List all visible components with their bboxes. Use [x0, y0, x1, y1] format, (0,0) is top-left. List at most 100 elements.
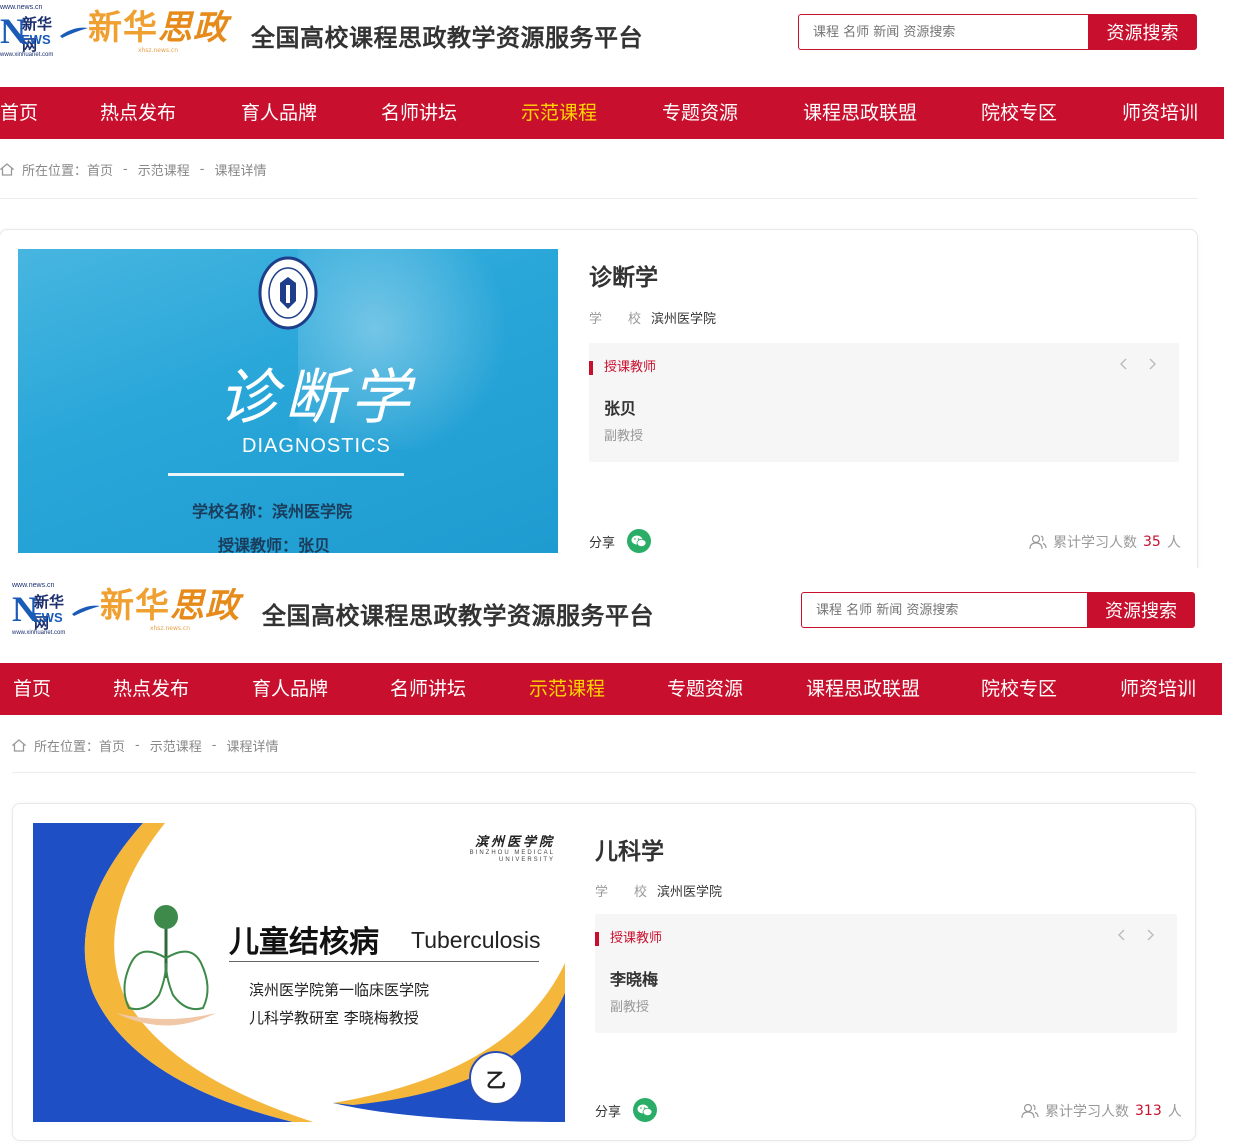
learner-count: 累计学习人数 35 人 — [1029, 532, 1181, 552]
site-logo[interactable]: www.news.cn N 新华网 EWS www.xinhuanet.com … — [0, 4, 228, 58]
xinhua-logo: www.news.cn N 新华网 EWS www.xinhuanet.com — [0, 4, 62, 58]
share-label: 分享 — [589, 535, 616, 551]
breadcrumb-sep: - — [135, 738, 140, 753]
nav-item-schools[interactable]: 院校专区 — [981, 663, 1057, 715]
main-nav: 首页 热点发布 育人品牌 名师讲坛 示范课程 专题资源 课程思政联盟 院校专区 … — [0, 87, 1224, 139]
search-input[interactable] — [798, 14, 1088, 50]
news-ews: EWS — [21, 32, 51, 47]
cover-school: 学校名称：滨州医学院 — [192, 502, 353, 521]
breadcrumb-sep: - — [211, 738, 217, 753]
teacher-name[interactable]: 张贝 — [604, 395, 636, 419]
teacher-pager — [1115, 928, 1157, 942]
cover-brand-cn: 滨州医学院 — [474, 835, 555, 850]
breadcrumb-current: 课程详情 — [226, 740, 279, 755]
school-row: 学 校滨州医学院 — [589, 308, 716, 327]
course-cover[interactable]: 滨州医学院 BINZHOU MEDICAL UNIVERSITY 儿童结核病 T… — [33, 823, 565, 1122]
search-bar: 资源搜索 — [801, 592, 1195, 628]
site-header: www.news.cn N 新华网 EWS www.xinhuanet.com … — [0, 0, 1233, 87]
course-card: 诊断学 DIAGNOSTICS 学校名称：滨州医学院 授课教师：张贝 诊断学 学… — [0, 229, 1198, 568]
nav-item-demo-courses[interactable]: 示范课程 — [529, 663, 605, 715]
teacher-label: 授课教师 — [589, 361, 656, 375]
users-icon — [1021, 1103, 1039, 1119]
site-title: 全国高校课程思政教学资源服务平台 — [251, 24, 643, 52]
sz-sub: xhsz.news.cn — [137, 46, 179, 54]
lungs-tree-icon — [116, 905, 216, 1026]
xinhua-sizheng-logo: 新华思政 xhsz.news.cn — [88, 9, 228, 54]
course-title: 诊断学 — [589, 265, 658, 291]
nav-item-resources[interactable]: 专题资源 — [662, 87, 738, 139]
teacher-box: 授课教师 李晓梅 副教授 — [595, 914, 1177, 1033]
chevron-left-icon[interactable] — [1115, 928, 1129, 942]
cover-rule — [168, 473, 404, 476]
share-row: 分享 — [589, 529, 652, 553]
cover-university-brand: 滨州医学院 BINZHOU MEDICAL UNIVERSITY — [470, 831, 555, 864]
school-label: 学 校 — [595, 885, 648, 900]
course-card: 滨州医学院 BINZHOU MEDICAL UNIVERSITY 儿童结核病 T… — [12, 803, 1196, 1141]
nav-item-hot[interactable]: 热点发布 — [100, 87, 176, 139]
course-title: 儿科学 — [595, 839, 664, 865]
xinhua-url2: www.xinhuanet.com — [0, 52, 54, 58]
nav-item-brand[interactable]: 育人品牌 — [252, 663, 328, 715]
learners-unit: 人 — [1166, 535, 1181, 551]
breadcrumb-home[interactable]: 首页 — [87, 160, 113, 179]
school-value[interactable]: 滨州医学院 — [651, 312, 716, 327]
nav-item-hot[interactable]: 热点发布 — [113, 663, 189, 715]
xinhua-sizheng-logo: 新华思政 xhsz.news.cn — [100, 587, 240, 632]
nav-item-lectures[interactable]: 名师讲坛 — [390, 663, 466, 715]
chevron-right-icon[interactable] — [1143, 928, 1157, 942]
learners-value: 313 — [1135, 1103, 1162, 1119]
cover-title: 儿童结核病 — [229, 925, 379, 960]
school-row: 学 校滨州医学院 — [595, 881, 722, 900]
breadcrumb-demo-courses[interactable]: 示范课程 — [138, 160, 190, 179]
users-icon — [1029, 534, 1047, 550]
nav-item-training[interactable]: 师资培训 — [1120, 663, 1196, 715]
nav-item-alliance[interactable]: 课程思政联盟 — [806, 663, 920, 715]
wechat-icon[interactable] — [633, 1098, 658, 1122]
nav-item-lectures[interactable]: 名师讲坛 — [381, 87, 457, 139]
chevron-right-icon[interactable] — [1145, 357, 1159, 371]
site-header: www.news.cn N 新华网 EWS www.xinhuanet.com … — [0, 576, 1233, 663]
school-label: 学 校 — [589, 312, 642, 327]
sz-xinhua: 新华 — [88, 7, 158, 48]
cover-title-en: DIAGNOSTICS — [242, 435, 391, 457]
xinhua-logo: www.news.cn N 新华网 EWS www.xinhuanet.com — [12, 582, 74, 636]
nav-item-home[interactable]: 首页 — [0, 87, 38, 139]
search-input[interactable] — [801, 592, 1087, 628]
nav-item-home[interactable]: 首页 — [13, 663, 51, 715]
nav-item-demo-courses[interactable]: 示范课程 — [521, 87, 597, 139]
cover-rule — [229, 961, 539, 962]
nav-item-schools[interactable]: 院校专区 — [981, 87, 1057, 139]
swoosh-icon — [72, 605, 100, 616]
breadcrumb: 所在位置： 首页 - 示范课程 - 课程详情 — [12, 736, 278, 755]
nav-item-training[interactable]: 师资培训 — [1122, 87, 1198, 139]
teacher-name[interactable]: 李晓梅 — [610, 966, 658, 990]
breadcrumb-prefix: 所在位置： — [34, 740, 100, 755]
xinhua-url: www.news.cn — [12, 582, 55, 589]
nav-item-alliance[interactable]: 课程思政联盟 — [803, 87, 917, 139]
course-cover[interactable]: 诊断学 DIAGNOSTICS 学校名称：滨州医学院 授课教师：张贝 — [18, 249, 558, 553]
search-button[interactable]: 资源搜索 — [1088, 14, 1197, 50]
swoosh-icon — [60, 27, 88, 38]
home-icon — [0, 163, 14, 176]
home-icon — [12, 739, 26, 752]
breadcrumb: 所在位置： 首页 - 示范课程 - 课程详情 — [0, 160, 266, 179]
search-bar: 资源搜索 — [798, 14, 1197, 50]
breadcrumb-sep: - — [199, 162, 205, 177]
divider — [0, 198, 1198, 199]
breadcrumb-demo-courses[interactable]: 示范课程 — [150, 736, 202, 755]
nav-item-resources[interactable]: 专题资源 — [667, 663, 743, 715]
breadcrumb-home[interactable]: 首页 — [99, 736, 125, 755]
wechat-icon[interactable] — [627, 529, 652, 553]
learners-label: 累计学习人数 — [1053, 535, 1137, 551]
school-value[interactable]: 滨州医学院 — [657, 885, 722, 900]
learners-unit: 人 — [1167, 1104, 1182, 1120]
cover-title: 诊断学 — [218, 363, 416, 433]
teacher-pager — [1117, 357, 1159, 371]
site-title: 全国高校课程思政教学资源服务平台 — [262, 602, 654, 630]
breadcrumb-sep: - — [123, 162, 128, 177]
nav-item-brand[interactable]: 育人品牌 — [241, 87, 317, 139]
chevron-left-icon[interactable] — [1117, 357, 1131, 371]
search-button[interactable]: 资源搜索 — [1087, 592, 1195, 628]
site-logo[interactable]: www.news.cn N 新华网 EWS www.xinhuanet.com … — [12, 582, 240, 636]
main-nav: 首页 热点发布 育人品牌 名师讲坛 示范课程 专题资源 课程思政联盟 院校专区 … — [0, 663, 1222, 715]
